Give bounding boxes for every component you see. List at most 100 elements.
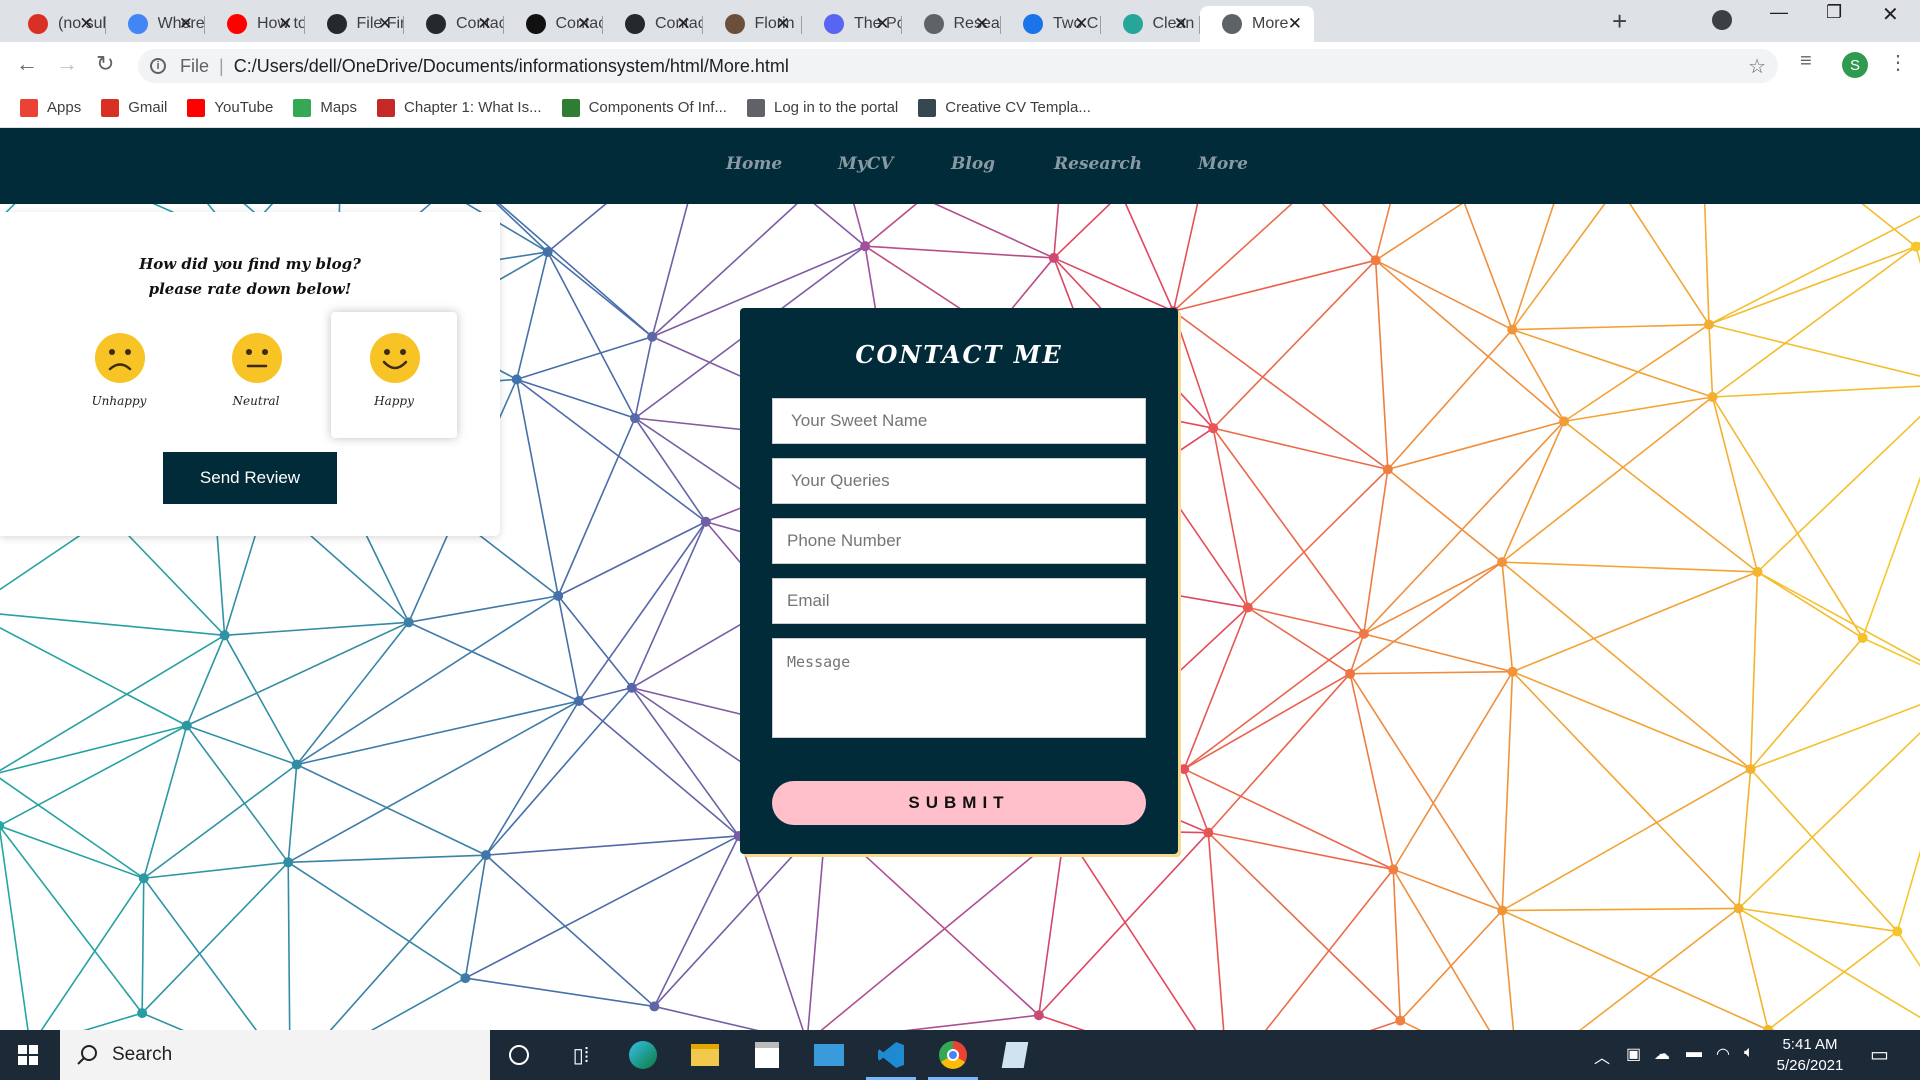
bookmark-item[interactable]: Chapter 1: What Is... — [377, 98, 542, 117]
nav-more[interactable]: More — [1198, 154, 1248, 174]
bookmark-item[interactable]: Apps — [20, 98, 81, 117]
browser-tab[interactable]: How to ✕ — [205, 6, 305, 42]
notification-center-icon[interactable]: ▭ — [1870, 1042, 1889, 1067]
web-page: Home MyCV Blog Research More How did you… — [0, 128, 1920, 1030]
profile-avatar[interactable]: S — [1842, 52, 1868, 78]
bookmark-item[interactable]: Components Of Inf... — [561, 98, 727, 117]
browser-tab[interactable]: More ✕ — [1200, 6, 1314, 42]
meet-now-icon[interactable]: ▣ — [1626, 1044, 1641, 1064]
chrome-icon[interactable] — [928, 1040, 978, 1080]
restore-icon[interactable]: ❐ — [1826, 2, 1842, 23]
close-window-icon[interactable]: ✕ — [1882, 2, 1899, 27]
network-node — [219, 630, 230, 641]
name-input[interactable]: Your Sweet Name — [772, 398, 1146, 444]
close-tab-icon[interactable]: ✕ — [776, 14, 790, 34]
bookmark-item[interactable]: Log in to the portal — [746, 98, 898, 117]
bookmark-item[interactable]: YouTube — [187, 98, 273, 117]
close-tab-icon[interactable]: ✕ — [875, 14, 889, 34]
phone-input[interactable]: Phone Number — [772, 518, 1146, 564]
browser-tab[interactable]: Contact✕ — [404, 6, 504, 42]
nav-home[interactable]: Home — [726, 154, 782, 174]
wifi-icon[interactable]: ◠ — [1716, 1044, 1730, 1064]
close-tab-icon[interactable]: ✕ — [1288, 14, 1302, 34]
network-edge — [1737, 769, 1752, 909]
browser-tab[interactable]: The Pc ✕ — [802, 6, 902, 42]
nav-research[interactable]: Research — [1054, 154, 1142, 174]
bookmark-star-icon[interactable]: ☆ — [1748, 54, 1766, 79]
network-edge — [143, 763, 298, 879]
rating-neutral[interactable]: Neutral — [193, 312, 319, 438]
taskbar-search-box[interactable]: Search — [60, 1030, 490, 1080]
edge-icon[interactable] — [628, 1040, 658, 1070]
bookmark-item[interactable]: Creative CV Templa... — [918, 98, 1091, 117]
menu-dots-icon[interactable]: ⋮ — [1888, 50, 1908, 75]
submit-button[interactable]: SUBMIT — [772, 781, 1146, 825]
bookmark-item[interactable]: Maps — [293, 98, 357, 117]
network-node — [1745, 764, 1756, 775]
close-tab-icon[interactable]: ✕ — [1174, 14, 1188, 34]
rating-label-unhappy: Unhappy — [91, 394, 147, 408]
task-view-icon[interactable]: ▯⁞ — [566, 1040, 596, 1070]
close-tab-icon[interactable]: ✕ — [676, 14, 690, 34]
network-edge — [287, 862, 291, 1030]
network-node — [1559, 416, 1570, 427]
browser-tab[interactable]: File Finder✕ — [305, 6, 404, 42]
close-tab-icon[interactable]: ✕ — [278, 14, 292, 34]
close-tab-icon[interactable]: ✕ — [975, 14, 989, 34]
close-tab-icon[interactable]: ✕ — [577, 14, 591, 34]
reading-list-icon[interactable]: ≡ — [1800, 50, 1812, 73]
reload-icon[interactable]: ↻ — [96, 51, 114, 77]
new-tab-icon[interactable]: + — [1612, 6, 1627, 37]
network-edge — [1173, 259, 1376, 312]
battery-icon[interactable]: ▬ — [1686, 1044, 1702, 1062]
network-edge — [1387, 329, 1513, 470]
send-review-button[interactable]: Send Review — [163, 452, 337, 504]
back-icon[interactable]: ← — [16, 51, 38, 77]
info-icon[interactable]: i — [150, 58, 166, 74]
message-textarea[interactable]: Message — [772, 638, 1146, 738]
close-tab-icon[interactable]: ✕ — [179, 14, 193, 34]
mail-icon[interactable] — [814, 1040, 844, 1070]
address-bar[interactable]: i File | C:/Users/dell/OneDrive/Document… — [138, 49, 1778, 83]
minimize-icon[interactable]: — — [1770, 2, 1788, 23]
browser-tab[interactable]: Two C ✕ — [1001, 6, 1101, 42]
cortana-circle-icon[interactable] — [504, 1040, 534, 1070]
browser-tab[interactable]: Research✕ — [902, 6, 1001, 42]
notepad-icon[interactable] — [1000, 1040, 1030, 1070]
address-url[interactable]: C:/Users/dell/OneDrive/Documents/informa… — [234, 56, 789, 77]
tab-search-icon[interactable] — [1712, 10, 1732, 30]
windows-start-icon[interactable] — [18, 1045, 38, 1065]
close-tab-icon[interactable]: ✕ — [1074, 14, 1088, 34]
rating-unhappy[interactable]: Unhappy — [56, 312, 182, 438]
file-explorer-icon[interactable] — [690, 1040, 720, 1070]
browser-tab[interactable]: Florin ✕ — [703, 6, 803, 42]
browser-tab[interactable]: Contact✕ — [504, 6, 603, 42]
browser-tab[interactable]: Where ✕ — [106, 6, 206, 42]
browser-tab[interactable]: Clean ✕ — [1101, 6, 1201, 42]
forward-icon[interactable]: → — [56, 51, 78, 77]
browser-tab[interactable]: Contact✕ — [603, 6, 703, 42]
store-icon[interactable] — [752, 1040, 782, 1070]
volume-icon[interactable]: 🔈︎ — [1744, 1044, 1754, 1062]
nav-mycv[interactable]: MyCV — [838, 154, 893, 174]
nav-blog[interactable]: Blog — [951, 154, 995, 174]
queries-input[interactable]: Your Queries — [772, 458, 1146, 504]
browser-tab[interactable]: (no subject)✕ — [6, 6, 106, 42]
network-edge — [1711, 396, 1864, 639]
vscode-icon[interactable] — [866, 1040, 916, 1080]
show-hidden-icons-icon[interactable]: ︿ — [1594, 1044, 1610, 1068]
clock-time: 5:41 AM — [1782, 1036, 1838, 1053]
taskbar-clock[interactable]: 5:41 AM 5/26/2021 — [1760, 1034, 1860, 1076]
email-input[interactable]: Email — [772, 578, 1146, 624]
network-edge — [516, 378, 707, 523]
close-tab-icon[interactable]: ✕ — [477, 14, 491, 34]
bookmark-item[interactable]: Gmail — [101, 98, 167, 117]
network-node — [1507, 324, 1518, 335]
network-edge — [1212, 428, 1249, 608]
network-node — [647, 331, 658, 342]
close-tab-icon[interactable]: ✕ — [378, 14, 392, 34]
close-tab-icon[interactable]: ✕ — [79, 14, 93, 34]
onedrive-icon[interactable]: ☁ — [1654, 1044, 1670, 1064]
network-node — [1395, 1015, 1406, 1026]
rating-happy[interactable]: Happy — [331, 312, 457, 438]
